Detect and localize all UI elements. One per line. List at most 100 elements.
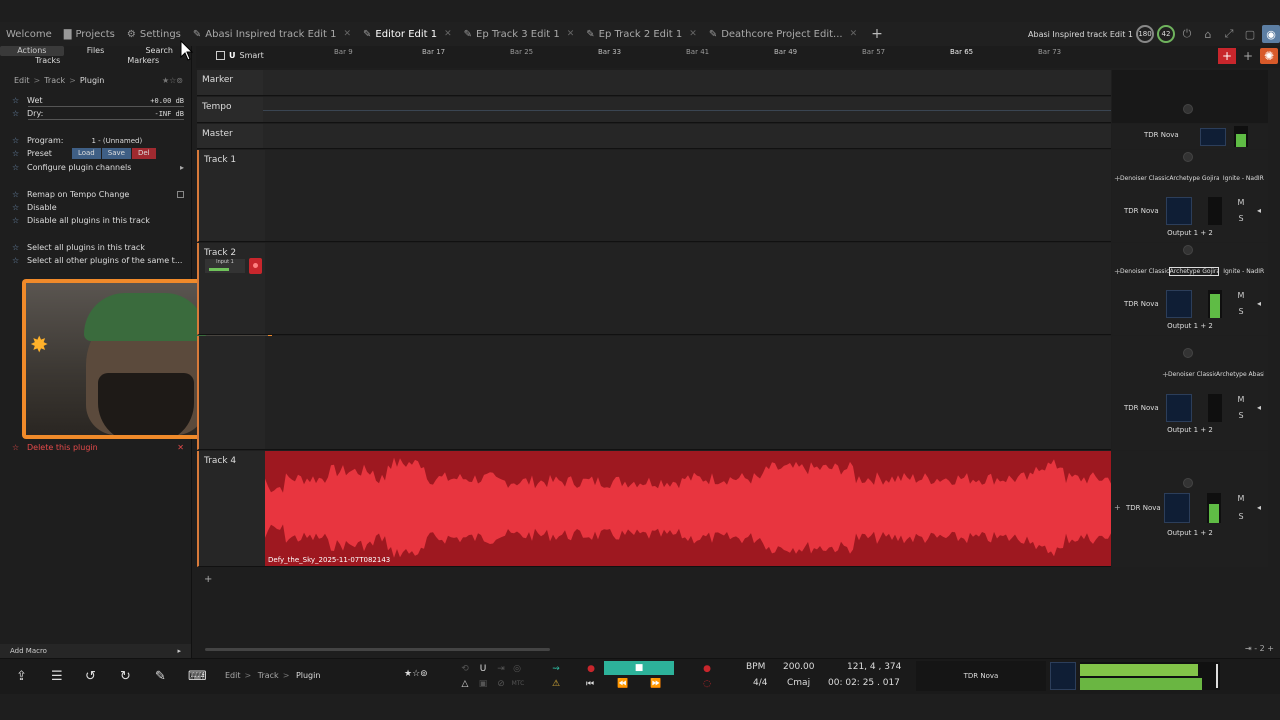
- key-signature[interactable]: Cmaj: [787, 678, 810, 688]
- configure-channels-item[interactable]: ☆ Configure plugin channels ▸: [12, 161, 184, 174]
- track-header[interactable]: Track 4: [199, 451, 265, 566]
- eq-display[interactable]: [1200, 128, 1226, 146]
- rewind-icon[interactable]: ⏪: [615, 677, 631, 691]
- export-icon[interactable]: ⇪: [16, 669, 27, 684]
- speaker-icon[interactable]: ◂: [1254, 503, 1264, 512]
- close-icon[interactable]: ✕: [567, 29, 575, 39]
- speaker-icon[interactable]: ◂: [1254, 299, 1264, 308]
- wrench-icon[interactable]: ✎: [155, 669, 166, 684]
- mute-button[interactable]: M: [1236, 198, 1246, 207]
- input-selector[interactable]: Input 1: [205, 259, 245, 273]
- mute-button[interactable]: M: [1236, 291, 1246, 300]
- plugin-slot[interactable]: Archetype Abasi: [1216, 371, 1264, 378]
- track-lane[interactable]: [265, 150, 1111, 241]
- eq-display[interactable]: [1164, 493, 1190, 523]
- output-label[interactable]: Output 1 + 2: [1112, 229, 1268, 237]
- fullscreen-icon[interactable]: ▢: [1241, 25, 1259, 43]
- star-icon[interactable]: ☆: [12, 109, 27, 118]
- disable-item[interactable]: ☆ Disable: [12, 201, 184, 214]
- pan-knob[interactable]: [1183, 348, 1193, 358]
- star-icon[interactable]: ☆: [12, 96, 27, 105]
- select-all-item[interactable]: ☆ Select all plugins in this track: [12, 241, 184, 254]
- output-label[interactable]: Output 1 + 2: [1112, 426, 1268, 434]
- warning-icon[interactable]: ⚠: [548, 677, 564, 691]
- track-lane[interactable]: Defy_the_Sky_2025-11-07T082143: [265, 451, 1111, 566]
- load-button[interactable]: Load: [71, 148, 101, 159]
- tab-files[interactable]: Files: [64, 46, 128, 56]
- star-icon[interactable]: ☆: [12, 163, 27, 172]
- star-icon[interactable]: ☆: [12, 243, 27, 252]
- star-icon[interactable]: ☆: [12, 149, 27, 158]
- favorite-icon[interactable]: ★☆⊚: [162, 76, 183, 85]
- plugin-slot[interactable]: TDR Nova: [1124, 207, 1159, 215]
- mtc-icon[interactable]: MTC: [508, 677, 528, 691]
- plugin-slot[interactable]: Archetype Gojira: [1169, 175, 1218, 182]
- speaker-icon[interactable]: ◂: [1254, 403, 1264, 412]
- track-1[interactable]: Track 1: [197, 150, 1111, 242]
- tab-abasi-edit[interactable]: ✎ Abasi Inspired track Edit 1 ✕: [187, 22, 357, 46]
- tempo-track[interactable]: Tempo: [197, 97, 1111, 123]
- tab-projects[interactable]: ▇ Projects: [58, 22, 121, 46]
- sync-icon[interactable]: ⊘: [494, 677, 508, 691]
- new-tab-button[interactable]: +: [863, 22, 891, 46]
- track-lane[interactable]: [265, 243, 1111, 334]
- solo-button[interactable]: S: [1236, 214, 1246, 223]
- follow-playhead-icon[interactable]: ⇝: [548, 662, 564, 676]
- keyboard-icon[interactable]: ⌨: [188, 669, 207, 684]
- speaker-icon[interactable]: ◂: [1254, 206, 1264, 215]
- star-icon[interactable]: ☆: [12, 216, 27, 225]
- star-icon[interactable]: ☆: [12, 203, 27, 212]
- tab-settings[interactable]: ⚙ Settings: [121, 22, 187, 46]
- delete-preset-button[interactable]: Del: [131, 148, 156, 159]
- tab-deathcore[interactable]: ✎ Deathcore Project Edit... ✕: [703, 22, 863, 46]
- eq-display[interactable]: [1166, 290, 1192, 318]
- zoom-control[interactable]: ⇥ - 2 +: [1245, 644, 1274, 653]
- close-icon[interactable]: ✕: [343, 29, 351, 39]
- remap-tempo-item[interactable]: ☆ Remap on Tempo Change: [12, 188, 184, 201]
- plugin-slot[interactable]: TDR Nova: [1124, 404, 1159, 412]
- sun-icon[interactable]: ✺: [1260, 48, 1278, 64]
- disable-all-item[interactable]: ☆ Disable all plugins in this track: [12, 214, 184, 227]
- output-label[interactable]: Output 1 + 2: [1112, 529, 1268, 537]
- track-lane[interactable]: [263, 97, 1111, 122]
- marker-track[interactable]: Marker: [197, 70, 1111, 96]
- metronome-icon[interactable]: △: [458, 677, 472, 691]
- crumb-plugin[interactable]: Plugin: [80, 76, 105, 85]
- track-header[interactable]: Track 2 Input 1: [199, 243, 265, 334]
- cloud-icon[interactable]: ◉: [1262, 25, 1280, 43]
- tab-ep-track-2[interactable]: ✎ Ep Track 2 Edit 1 ✕: [580, 22, 703, 46]
- plugin-slot-selected[interactable]: Archetype Gojira: [1168, 266, 1220, 276]
- magnet-icon[interactable]: U: [229, 51, 236, 60]
- close-icon[interactable]: ✕: [850, 29, 858, 39]
- timeline-ruler[interactable]: U Smart Bar 9 Bar 17 Bar 25 Bar 33 Bar 41…: [196, 46, 1280, 68]
- track-header[interactable]: Marker: [197, 70, 263, 95]
- star-icon[interactable]: ☆: [12, 256, 27, 265]
- program-row[interactable]: ☆ Program: 1 - (Unnamed): [12, 134, 184, 147]
- power-icon[interactable]: ⏻: [1178, 25, 1196, 43]
- star-icon[interactable]: ☆: [12, 190, 27, 199]
- solo-button[interactable]: S: [1236, 411, 1246, 420]
- eq-display[interactable]: [1166, 197, 1192, 225]
- favorite-icon[interactable]: ★☆⊚: [404, 669, 428, 679]
- close-icon[interactable]: ✕: [444, 29, 452, 39]
- output-label[interactable]: Output 1 + 2: [1112, 322, 1268, 330]
- tab-actions[interactable]: Actions: [0, 46, 64, 56]
- menu-icon[interactable]: ☰: [51, 669, 63, 684]
- remap-checkbox[interactable]: [177, 191, 184, 198]
- plugin-slot[interactable]: Denoiser Classic: [1168, 371, 1216, 378]
- bpm-value[interactable]: 200.00: [783, 662, 815, 672]
- plugin-slot[interactable]: TDR Nova: [1144, 131, 1179, 139]
- snap-control[interactable]: U Smart: [216, 51, 264, 60]
- track-3[interactable]: [197, 336, 1111, 450]
- audio-clip[interactable]: Defy_the_Sky_2025-11-07T082143: [265, 451, 1111, 566]
- star-icon[interactable]: ☆: [12, 443, 27, 452]
- expand-icon[interactable]: ⤢: [1220, 25, 1238, 43]
- plugin-slot[interactable]: Ignite - NadIR: [1219, 268, 1268, 275]
- pan-knob[interactable]: [1183, 104, 1193, 114]
- solo-button[interactable]: S: [1236, 512, 1246, 521]
- track-2[interactable]: Track 2 Input 1: [197, 243, 1111, 335]
- eq-display[interactable]: [1166, 394, 1192, 422]
- record-arm-button[interactable]: [249, 258, 262, 274]
- settings-icon[interactable]: ⌂: [1199, 25, 1217, 43]
- save-button[interactable]: Save: [101, 148, 131, 159]
